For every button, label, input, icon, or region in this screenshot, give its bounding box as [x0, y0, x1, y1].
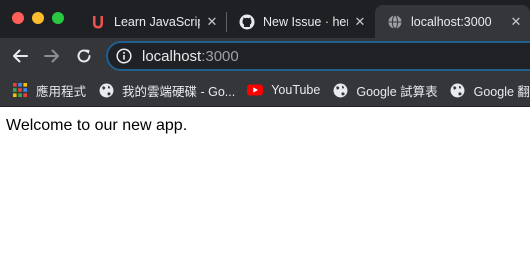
bookmark-apps[interactable]: 應用程式: [12, 81, 86, 100]
bookmark-label: 應用程式: [36, 84, 87, 99]
address-bar[interactable]: localhost:3000: [106, 41, 530, 71]
tab-close-icon[interactable]: ✕: [352, 14, 368, 30]
github-icon: [239, 14, 255, 30]
bookmark-youtube[interactable]: YouTube: [247, 82, 320, 98]
tab-localhost[interactable]: localhost:3000 ✕: [375, 5, 530, 38]
bookmark-google-translate[interactable]: Google 翻: [450, 81, 530, 100]
tab-close-icon[interactable]: ✕: [508, 14, 524, 30]
bookmark-label: Google 試算表: [356, 84, 438, 99]
reload-button[interactable]: [72, 44, 96, 68]
tab-title: localhost:3000: [411, 14, 492, 29]
window-close-button[interactable]: [12, 12, 24, 24]
back-arrow-icon: [13, 49, 28, 63]
info-icon[interactable]: [116, 48, 132, 64]
bookmark-label: Google 翻: [473, 84, 530, 99]
bookmark-label: 我的雲端硬碟 - Go...: [122, 84, 236, 99]
globe-icon: [387, 14, 403, 30]
apps-grid-icon: [12, 82, 28, 98]
tab-title: Learn JavaScript: [114, 14, 200, 29]
globe-icon: [98, 82, 114, 98]
forward-button[interactable]: [40, 44, 64, 68]
back-button[interactable]: [8, 44, 32, 68]
tab-close-icon[interactable]: ✕: [204, 14, 220, 30]
tab-learn-javascript[interactable]: Learn JavaScript ✕: [78, 5, 226, 38]
tab-strip: Learn JavaScript ✕ New Issue · her ✕ loc…: [0, 0, 530, 38]
window-maximize-button[interactable]: [52, 12, 64, 24]
window-minimize-button[interactable]: [32, 12, 44, 24]
youtube-icon: [247, 82, 264, 98]
globe-icon: [332, 82, 348, 98]
url-host: localhost: [142, 47, 202, 65]
globe-icon: [450, 82, 466, 98]
welcome-message: Welcome to our new app.: [6, 117, 188, 134]
browser-toolbar: localhost:3000: [0, 38, 530, 74]
tab-title: New Issue · her: [263, 14, 348, 29]
url-text: localhost:3000: [142, 48, 239, 65]
url-port: :3000: [201, 47, 239, 65]
bookmark-google-sheets[interactable]: Google 試算表: [332, 81, 438, 100]
bookmarks-bar: 應用程式 我的雲端硬碟 - Go... YouTube Google 試算表 G…: [0, 74, 530, 107]
bookmark-drive[interactable]: 我的雲端硬碟 - Go...: [98, 81, 235, 100]
reload-icon: [77, 49, 91, 63]
forward-arrow-icon: [44, 49, 59, 63]
tab-new-issue[interactable]: New Issue · her ✕: [227, 5, 374, 38]
bookmark-label: YouTube: [271, 83, 321, 97]
udemy-icon: [90, 14, 106, 30]
page-content: Welcome to our new app.: [0, 107, 530, 145]
